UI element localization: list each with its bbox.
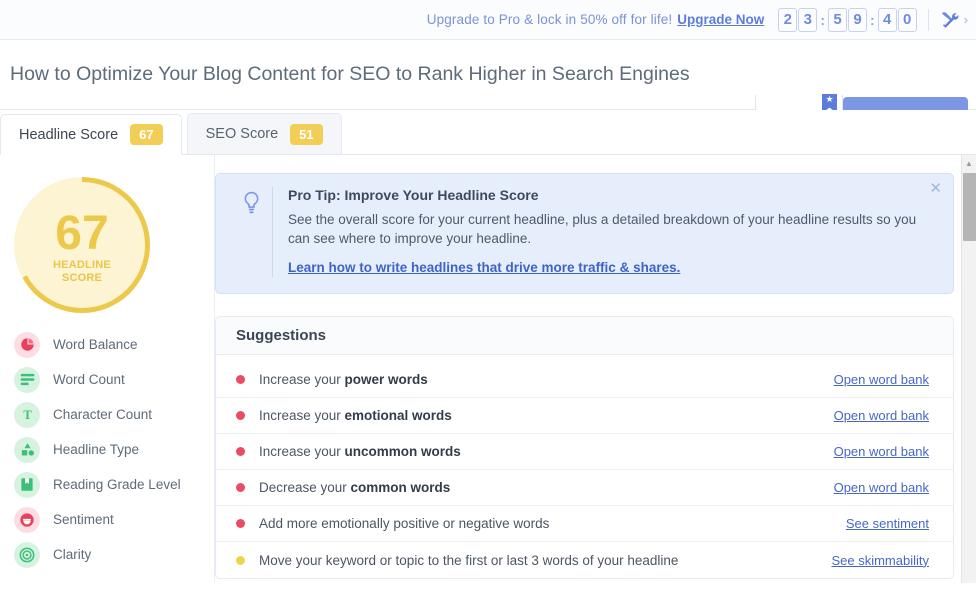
- body-wrapper: 67 HEADLINE SCORE Word Balance Word Coun…: [0, 155, 976, 583]
- countdown-digit-1: 2: [778, 7, 798, 32]
- countdown-digit-3: 5: [827, 7, 847, 32]
- countdown-separator-2: :: [869, 11, 875, 28]
- suggestion-row: Increase your emotional words Open word b…: [216, 398, 953, 434]
- status-dot: [236, 411, 245, 420]
- suggestion-action-link[interactable]: Open word bank: [834, 480, 929, 495]
- pro-tip-banner: Pro Tip: Improve Your Headline Score See…: [215, 173, 954, 294]
- status-dot: [236, 555, 245, 565]
- suggestion-action-link[interactable]: See skimmability: [831, 553, 929, 568]
- pro-tip-link[interactable]: Learn how to write headlines that drive …: [288, 260, 680, 275]
- pro-tip-body: Pro Tip: Improve Your Headline Score See…: [288, 187, 939, 277]
- suggestion-row: Increase your power words Open word bank: [216, 362, 953, 398]
- suggestion-row: Add more emotionally positive or negativ…: [216, 506, 953, 542]
- suggestion-row: Move your keyword or topic to the first …: [216, 542, 953, 578]
- suggestion-action-link[interactable]: Open word bank: [834, 372, 929, 387]
- suggestion-text: Decrease your common words: [259, 480, 451, 495]
- sidebar-item-headline-type[interactable]: Headline Type: [14, 432, 214, 467]
- sidebar-item-label: Clarity: [53, 547, 92, 562]
- pro-tip-title: Pro Tip: Improve Your Headline Score: [288, 187, 539, 203]
- suggestion-action-link[interactable]: See sentiment: [846, 516, 929, 531]
- countdown-digit-5: 4: [877, 7, 897, 32]
- suggestion-text: Move your keyword or topic to the first …: [259, 552, 679, 568]
- book-icon: [14, 471, 40, 498]
- sidebar: 67 HEADLINE SCORE Word Balance Word Coun…: [0, 155, 214, 583]
- sidebar-item-label: Word Count: [53, 372, 125, 387]
- frown-face-icon: [14, 506, 40, 533]
- sidebar-item-word-count[interactable]: Word Count: [14, 362, 214, 397]
- sidebar-item-word-balance[interactable]: Word Balance: [14, 327, 214, 362]
- tab-headline-score-badge: 67: [130, 124, 163, 145]
- sidebar-item-label: Sentiment: [53, 512, 114, 527]
- lightbulb-icon-wrap: [230, 187, 272, 277]
- suggestion-text: Add more emotionally positive or negativ…: [259, 516, 550, 531]
- promo-bar: Upgrade to Pro & lock in 50% off for lif…: [0, 0, 976, 40]
- letter-t-icon: T: [14, 401, 40, 428]
- suggestion-row: Increase your uncommon words Open word ba…: [216, 434, 953, 470]
- tab-seo-score[interactable]: SEO Score 51: [186, 113, 342, 154]
- upgrade-now-link[interactable]: Upgrade Now: [677, 12, 764, 27]
- svg-text:T: T: [23, 408, 32, 422]
- pie-chart-icon: [14, 331, 40, 358]
- pro-tip-divider: [272, 187, 273, 277]
- suggestion-text: Increase your uncommon words: [259, 444, 461, 459]
- chevron-right-icon[interactable]: ›: [964, 12, 968, 27]
- suggestion-text: Increase your emotional words: [259, 408, 452, 423]
- sidebar-item-label: Reading Grade Level: [53, 477, 181, 492]
- close-icon[interactable]: ✕: [929, 181, 942, 196]
- tab-headline-score-label: Headline Score: [19, 126, 119, 143]
- metric-list: Word Balance Word Count T Character Coun…: [0, 327, 214, 572]
- target-icon: [14, 541, 40, 568]
- shapes-icon: [14, 436, 40, 463]
- countdown-digit-2: 3: [798, 7, 818, 32]
- countdown-timer: 2 3 : 5 9 : 4 0: [778, 7, 917, 32]
- sidebar-item-label: Character Count: [53, 407, 153, 422]
- headline-score-ring-inner: 67 HEADLINE SCORE: [19, 182, 145, 308]
- suggestions-title: Suggestions: [236, 327, 327, 344]
- suggestion-action-link[interactable]: Open word bank: [834, 444, 929, 459]
- scrollbar-thumb[interactable]: [963, 173, 976, 241]
- main-content: Pro Tip: Improve Your Headline Score See…: [214, 155, 976, 583]
- headline-score-value: 67: [55, 207, 109, 260]
- suggestion-action-link[interactable]: Open word bank: [834, 408, 929, 423]
- sidebar-item-reading-grade-level[interactable]: Reading Grade Level: [14, 467, 214, 502]
- sidebar-item-clarity[interactable]: Clarity: [14, 537, 214, 572]
- sidebar-item-character-count[interactable]: T Character Count: [14, 397, 214, 432]
- promo-text: Upgrade to Pro & lock in 50% off for lif…: [426, 12, 673, 27]
- tab-seo-score-badge: 51: [290, 123, 323, 145]
- status-dot: [236, 375, 245, 384]
- tab-headline-score[interactable]: Headline Score 67: [0, 114, 182, 155]
- page-title: How to Optimize Your Blog Content for SE…: [10, 63, 690, 85]
- bars-icon: [14, 366, 40, 393]
- status-dot: [236, 447, 245, 456]
- suggestions-header: Suggestions: [216, 317, 953, 355]
- scrollbar[interactable]: ▲: [961, 155, 976, 583]
- sidebar-item-label: Word Balance: [53, 337, 138, 352]
- suggestion-row: Decrease your common words Open word bank: [216, 470, 953, 506]
- status-dot: [236, 519, 245, 528]
- scroll-up-arrow-icon[interactable]: ▲: [962, 155, 976, 171]
- countdown-digit-6: 0: [897, 7, 917, 32]
- lightbulb-icon: [244, 191, 258, 214]
- tools-icon[interactable]: [940, 10, 959, 29]
- suggestion-text: Increase your power words: [259, 372, 428, 387]
- suggestions-card: Suggestions Increase your power words Ope…: [215, 316, 954, 579]
- countdown-digit-4: 9: [847, 7, 867, 32]
- pro-tip-text: See the overall score for your current h…: [288, 212, 917, 246]
- tab-bar: Headline Score 67 SEO Score 51: [0, 110, 976, 155]
- suggestions-list: Increase your power words Open word bank I…: [216, 362, 953, 578]
- headline-header: How to Optimize Your Blog Content for SE…: [0, 40, 976, 150]
- status-dot: [236, 483, 245, 492]
- headline-score-ring: 67 HEADLINE SCORE: [14, 177, 150, 313]
- countdown-separator-1: :: [820, 11, 825, 28]
- promo-divider: [927, 8, 929, 31]
- tab-seo-score-label: SEO Score: [205, 126, 279, 142]
- sidebar-item-label: Headline Type: [53, 442, 140, 457]
- sidebar-item-sentiment[interactable]: Sentiment: [14, 502, 214, 537]
- headline-score-caption: HEADLINE SCORE: [53, 259, 111, 284]
